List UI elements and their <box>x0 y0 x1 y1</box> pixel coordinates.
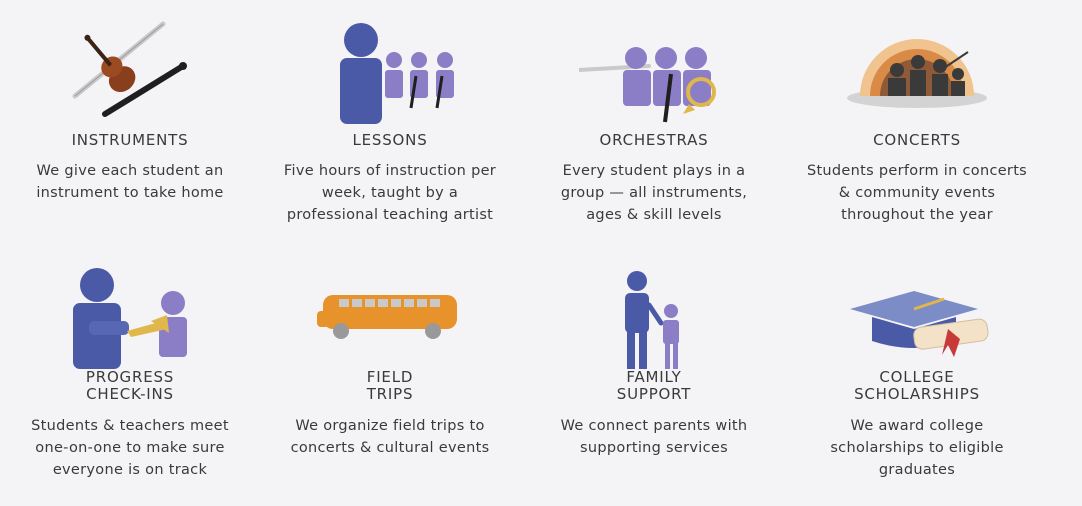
title-line: SUPPORT <box>616 385 692 403</box>
description-line: Every student plays in a <box>562 163 746 179</box>
description-line: one-on-one to make sure <box>35 440 225 456</box>
family-support-icon <box>579 265 729 375</box>
description-line: scholarships to eligible <box>830 440 1004 456</box>
description-line: Students & teachers meet <box>31 418 229 434</box>
orchestras-icon <box>579 18 729 128</box>
description-line: We award college <box>850 418 984 434</box>
instruments-icon <box>55 18 205 128</box>
progress-checkins-icon <box>55 265 205 375</box>
title-line: TRIPS <box>366 385 414 403</box>
program-title: LESSONS <box>352 131 428 149</box>
description-line: professional teaching artist <box>286 207 494 223</box>
program-title: CONCERTS <box>873 131 961 149</box>
program-description: We connect parents with supporting servi… <box>524 415 784 459</box>
program-description: We organize field trips to concerts & cu… <box>260 415 520 459</box>
description-line: everyone is on track <box>52 462 208 478</box>
program-title: COLLEGE SCHOLARSHIPS <box>787 369 1047 403</box>
title-line: SCHOLARSHIPS <box>854 385 980 403</box>
title-line: PROGRESS <box>85 368 175 386</box>
description-line: We give each student an <box>36 163 224 179</box>
title-line: COLLEGE <box>879 368 955 386</box>
program-title: FIELD TRIPS <box>260 369 520 403</box>
description-line: instrument to take home <box>36 185 224 201</box>
program-description: We give each student an instrument to ta… <box>0 160 260 204</box>
concerts-icon <box>842 18 992 128</box>
program-description: Every student plays in a group — all ins… <box>524 160 784 226</box>
lessons-icon <box>315 18 465 128</box>
description-line: week, taught by a <box>321 185 459 201</box>
program-description: Students perform in concerts & community… <box>787 160 1047 226</box>
description-line: ages & skill levels <box>586 207 722 223</box>
title-line: FIELD <box>366 368 414 386</box>
description-line: Five hours of instruction per <box>283 163 497 179</box>
program-description: We award college scholarships to eligibl… <box>787 415 1047 481</box>
college-scholarships-icon <box>842 265 992 375</box>
description-line: We organize field trips to <box>295 418 485 434</box>
program-description: Five hours of instruction per week, taug… <box>260 160 520 226</box>
description-line: graduates <box>878 462 956 478</box>
program-title: ORCHESTRAS <box>599 131 709 149</box>
description-line: throughout the year <box>841 207 993 223</box>
programs-grid: INSTRUMENTS We give each student an inst… <box>0 0 1082 506</box>
description-line: supporting services <box>580 440 728 456</box>
description-line: concerts & cultural events <box>290 440 490 456</box>
description-line: & community events <box>838 185 996 201</box>
description-line: group — all instruments, <box>560 185 748 201</box>
program-title: PROGRESS CHECK-INS <box>0 369 260 403</box>
title-line: FAMILY <box>626 368 682 386</box>
description-line: Students perform in concerts <box>806 163 1028 179</box>
program-description: Students & teachers meet one-on-one to m… <box>0 415 260 481</box>
program-title: INSTRUMENTS <box>71 131 189 149</box>
program-title: FAMILY SUPPORT <box>524 369 784 403</box>
description-line: We connect parents with <box>560 418 748 434</box>
title-line: CHECK-INS <box>86 385 174 403</box>
field-trips-icon <box>315 265 465 375</box>
